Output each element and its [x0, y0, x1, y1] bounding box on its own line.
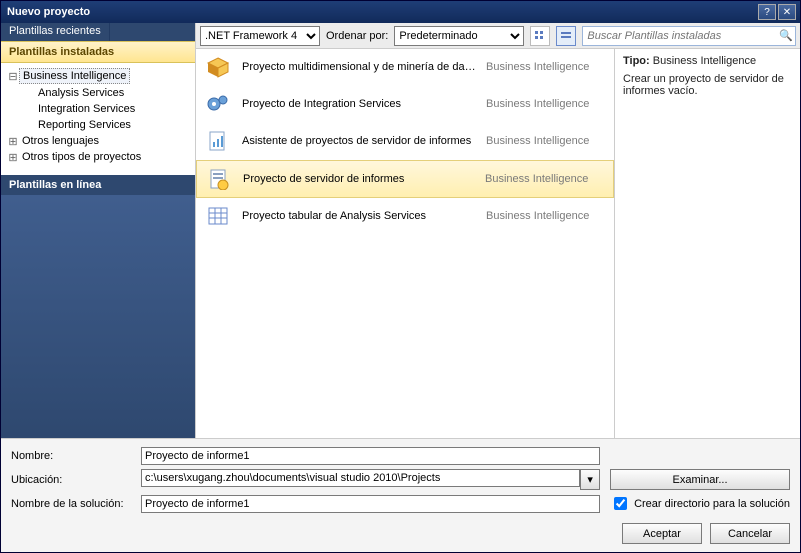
help-button[interactable]: ?	[758, 4, 776, 20]
tree-expand-icon[interactable]: ⊞	[7, 135, 19, 148]
framework-select[interactable]: .NET Framework 4	[200, 26, 320, 46]
template-name: Proyecto de servidor de informes	[243, 173, 475, 185]
template-item[interactable]: Proyecto de servidor de informes Business…	[196, 160, 614, 198]
detail-pane: Tipo: Business Intelligence Crear un pro…	[615, 49, 800, 438]
tree-node-other-languages[interactable]: Otros lenguajes	[19, 134, 102, 148]
search-icon[interactable]: 🔍	[777, 29, 795, 42]
tabs-bar: Plantillas recientes	[1, 23, 195, 41]
template-category: Business Intelligence	[486, 61, 606, 73]
template-list: Proyecto multidimensional y de minería d…	[196, 49, 615, 438]
template-icon	[204, 55, 232, 79]
search-box[interactable]: 🔍	[582, 26, 796, 46]
tab-recent[interactable]: Plantillas recientes	[1, 23, 110, 41]
template-category: Business Intelligence	[485, 173, 605, 185]
dialog-buttons: Aceptar Cancelar	[1, 517, 800, 552]
left-column: Plantillas recientes Plantillas instalad…	[1, 23, 196, 438]
title-bar: Nuevo proyecto ? ✕	[1, 1, 800, 23]
template-item[interactable]: Proyecto de Integration Services Business…	[196, 86, 614, 123]
template-name: Proyecto tabular de Analysis Services	[242, 210, 476, 222]
tree-node-other-projects[interactable]: Otros tipos de proyectos	[19, 150, 144, 164]
view-details-button[interactable]	[556, 26, 576, 46]
sidebar-header-online[interactable]: Plantillas en línea	[1, 175, 195, 195]
dialog-window: Nuevo proyecto ? ✕ Plantillas recientes …	[0, 0, 801, 553]
template-item[interactable]: Proyecto multidimensional y de minería d…	[196, 49, 614, 86]
detail-description: Crear un proyecto de servidor de informe…	[623, 73, 792, 97]
template-icon	[204, 204, 232, 228]
location-input[interactable]	[141, 469, 580, 487]
name-input[interactable]	[141, 447, 600, 465]
template-category: Business Intelligence	[486, 98, 606, 110]
template-item[interactable]: Asistente de proyectos de servidor de in…	[196, 123, 614, 160]
search-input[interactable]	[583, 30, 777, 42]
window-title: Nuevo proyecto	[5, 6, 756, 18]
template-tree: ⊟ Business Intelligence Analysis Service…	[1, 63, 195, 175]
tree-node-analysis[interactable]: Analysis Services	[35, 86, 127, 100]
sort-label: Ordenar por:	[326, 30, 388, 42]
template-category: Business Intelligence	[486, 210, 606, 222]
toolbar: .NET Framework 4 Ordenar por: Predetermi…	[196, 23, 800, 49]
location-dropdown-button[interactable]: ▾	[580, 469, 600, 490]
sidebar-header-installed[interactable]: Plantillas instaladas	[1, 41, 195, 63]
detail-type-label: Tipo:	[623, 55, 650, 67]
view-small-icons-button[interactable]	[530, 26, 550, 46]
template-name: Proyecto de Integration Services	[242, 98, 476, 110]
template-icon	[204, 92, 232, 116]
template-icon	[205, 167, 233, 191]
template-item[interactable]: Proyecto tabular de Analysis Services Bus…	[196, 198, 614, 235]
solution-name-label: Nombre de la solución:	[11, 498, 131, 510]
solution-name-input[interactable]	[141, 495, 600, 513]
create-directory-label: Crear directorio para la solución	[634, 498, 790, 510]
detail-type-value: Business Intelligence	[653, 55, 756, 67]
close-button[interactable]: ✕	[778, 4, 796, 20]
create-directory-input[interactable]	[614, 497, 627, 510]
tree-collapse-icon[interactable]: ⊟	[7, 70, 19, 83]
browse-button[interactable]: Examinar...	[610, 469, 790, 490]
tree-node-bi[interactable]: Business Intelligence	[19, 68, 130, 84]
tree-expand-icon[interactable]: ⊞	[7, 151, 19, 164]
name-label: Nombre:	[11, 450, 131, 462]
template-name: Asistente de proyectos de servidor de in…	[242, 135, 476, 147]
template-icon	[204, 129, 232, 153]
tree-node-reporting[interactable]: Reporting Services	[35, 118, 134, 132]
template-name: Proyecto multidimensional y de minería d…	[242, 61, 476, 73]
cancel-button[interactable]: Cancelar	[710, 523, 790, 544]
location-label: Ubicación:	[11, 474, 131, 486]
template-category: Business Intelligence	[486, 135, 606, 147]
sort-select[interactable]: Predeterminado	[394, 26, 524, 46]
tree-node-integration[interactable]: Integration Services	[35, 102, 138, 116]
create-directory-checkbox[interactable]: Crear directorio para la solución	[610, 494, 790, 513]
ok-button[interactable]: Aceptar	[622, 523, 702, 544]
main-area: Proyecto multidimensional y de minería d…	[196, 49, 800, 438]
bottom-panel: Nombre: Ubicación: ▾ Examinar... Nombre …	[1, 438, 800, 517]
sidebar-fill	[1, 195, 195, 438]
